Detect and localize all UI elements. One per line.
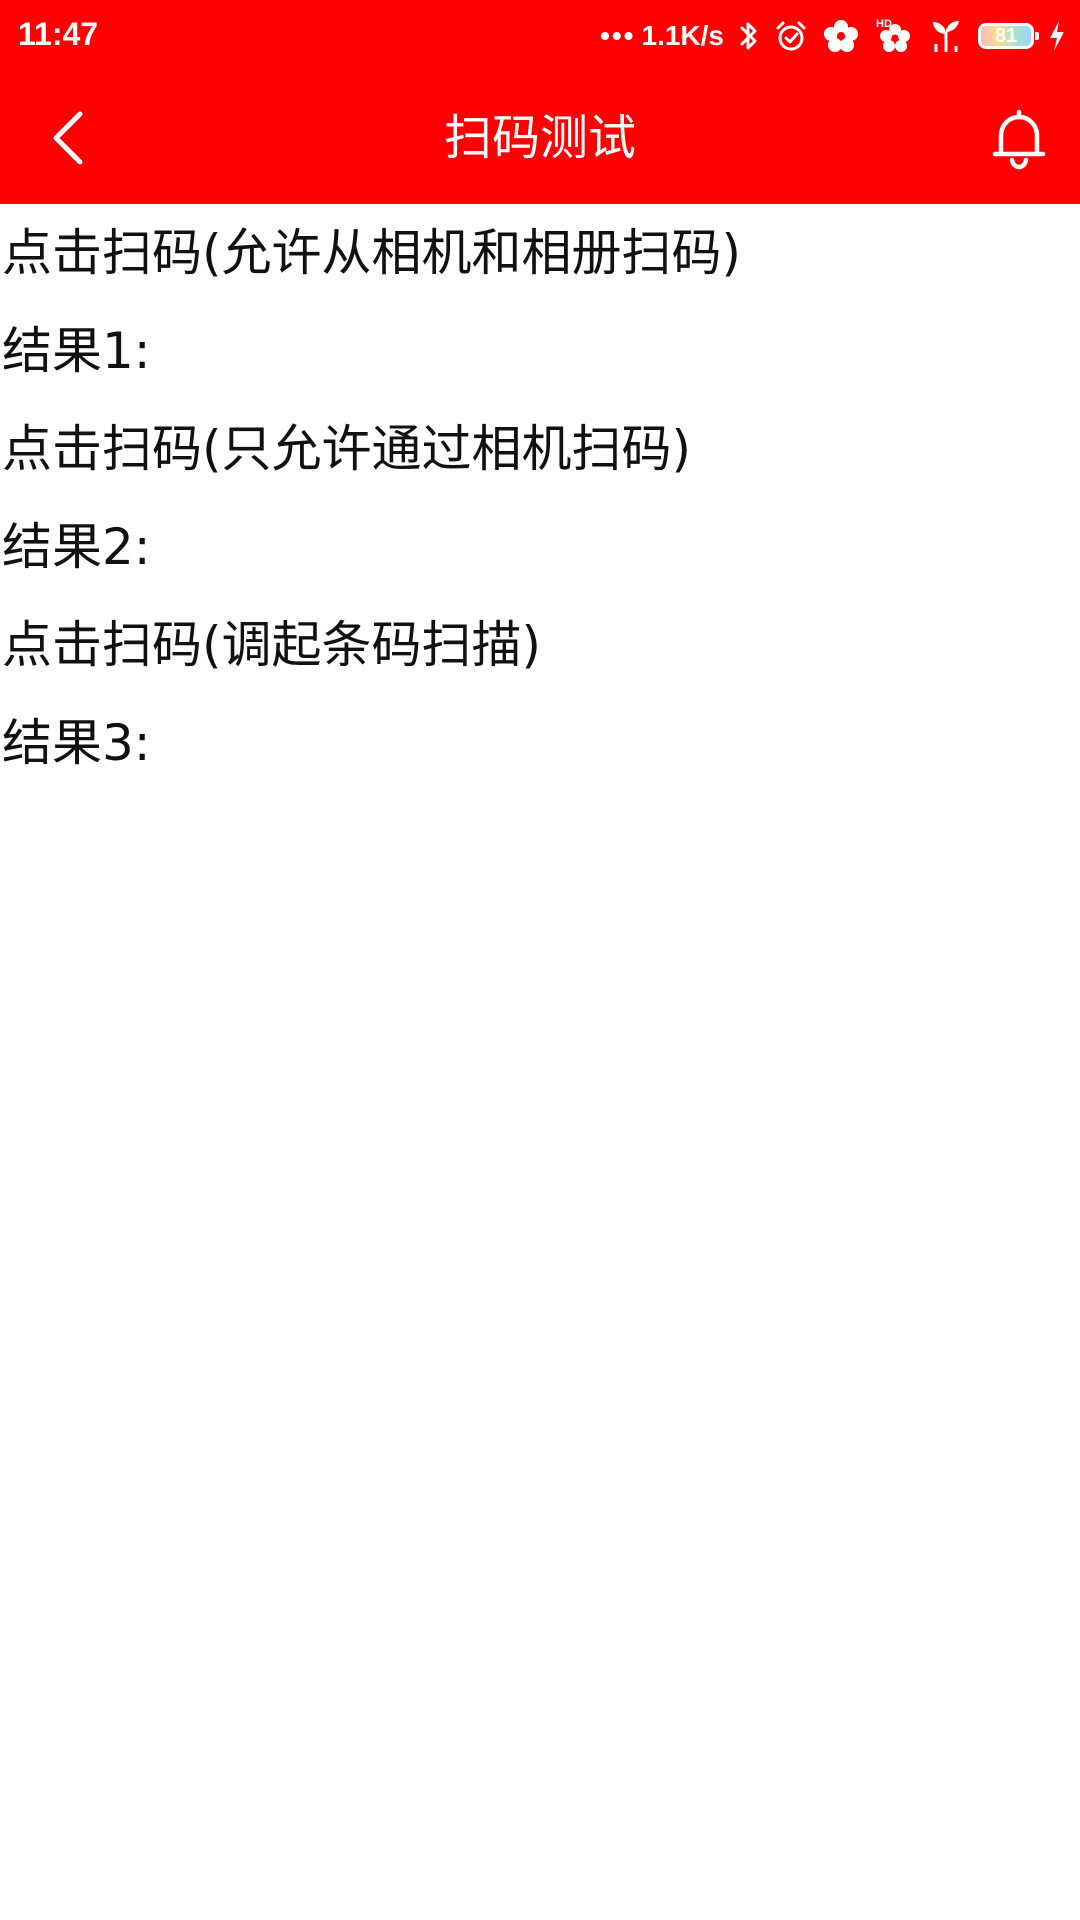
scan-button-camera-and-album[interactable]: 点击扫码(允许从相机和相册扫码) — [0, 204, 1080, 302]
result-3: 结果3: — [2, 714, 151, 772]
charging-icon — [1048, 19, 1066, 53]
sprout-icon — [928, 18, 964, 54]
page-title: 扫码测试 — [443, 110, 636, 166]
bell-icon — [992, 109, 1046, 170]
alarm-icon — [774, 19, 808, 53]
status-bar: 11:47 ••• 1.1K/s HD 81 — [0, 0, 1080, 72]
battery-level: 81 — [994, 25, 1018, 47]
status-time: 11:47 — [18, 16, 99, 52]
result-2: 结果2: — [2, 518, 151, 576]
notifications-button[interactable] — [984, 104, 1054, 174]
result-1: 结果1: — [2, 322, 151, 380]
status-icons: ••• 1.1K/s HD 81 — [600, 12, 1066, 60]
scan-button-camera-only[interactable]: 点击扫码(只允许通过相机扫码) — [0, 400, 1080, 498]
flower-icon — [822, 19, 860, 53]
network-speed-text: 1.1K/s — [641, 20, 725, 51]
signal-dots-icon: ••• — [600, 20, 636, 51]
bluetooth-icon — [738, 19, 760, 53]
app-bar: 扫码测试 — [0, 72, 1080, 204]
hd-flower-icon: HD — [874, 17, 914, 55]
content: 点击扫码(允许从相机和相册扫码) 结果1: 点击扫码(只允许通过相机扫码) 结果… — [0, 204, 1080, 792]
battery-icon: 81 — [978, 23, 1039, 49]
scan-button-barcode[interactable]: 点击扫码(调起条码扫描) — [0, 596, 1080, 694]
network-speed: ••• 1.1K/s — [600, 20, 724, 52]
